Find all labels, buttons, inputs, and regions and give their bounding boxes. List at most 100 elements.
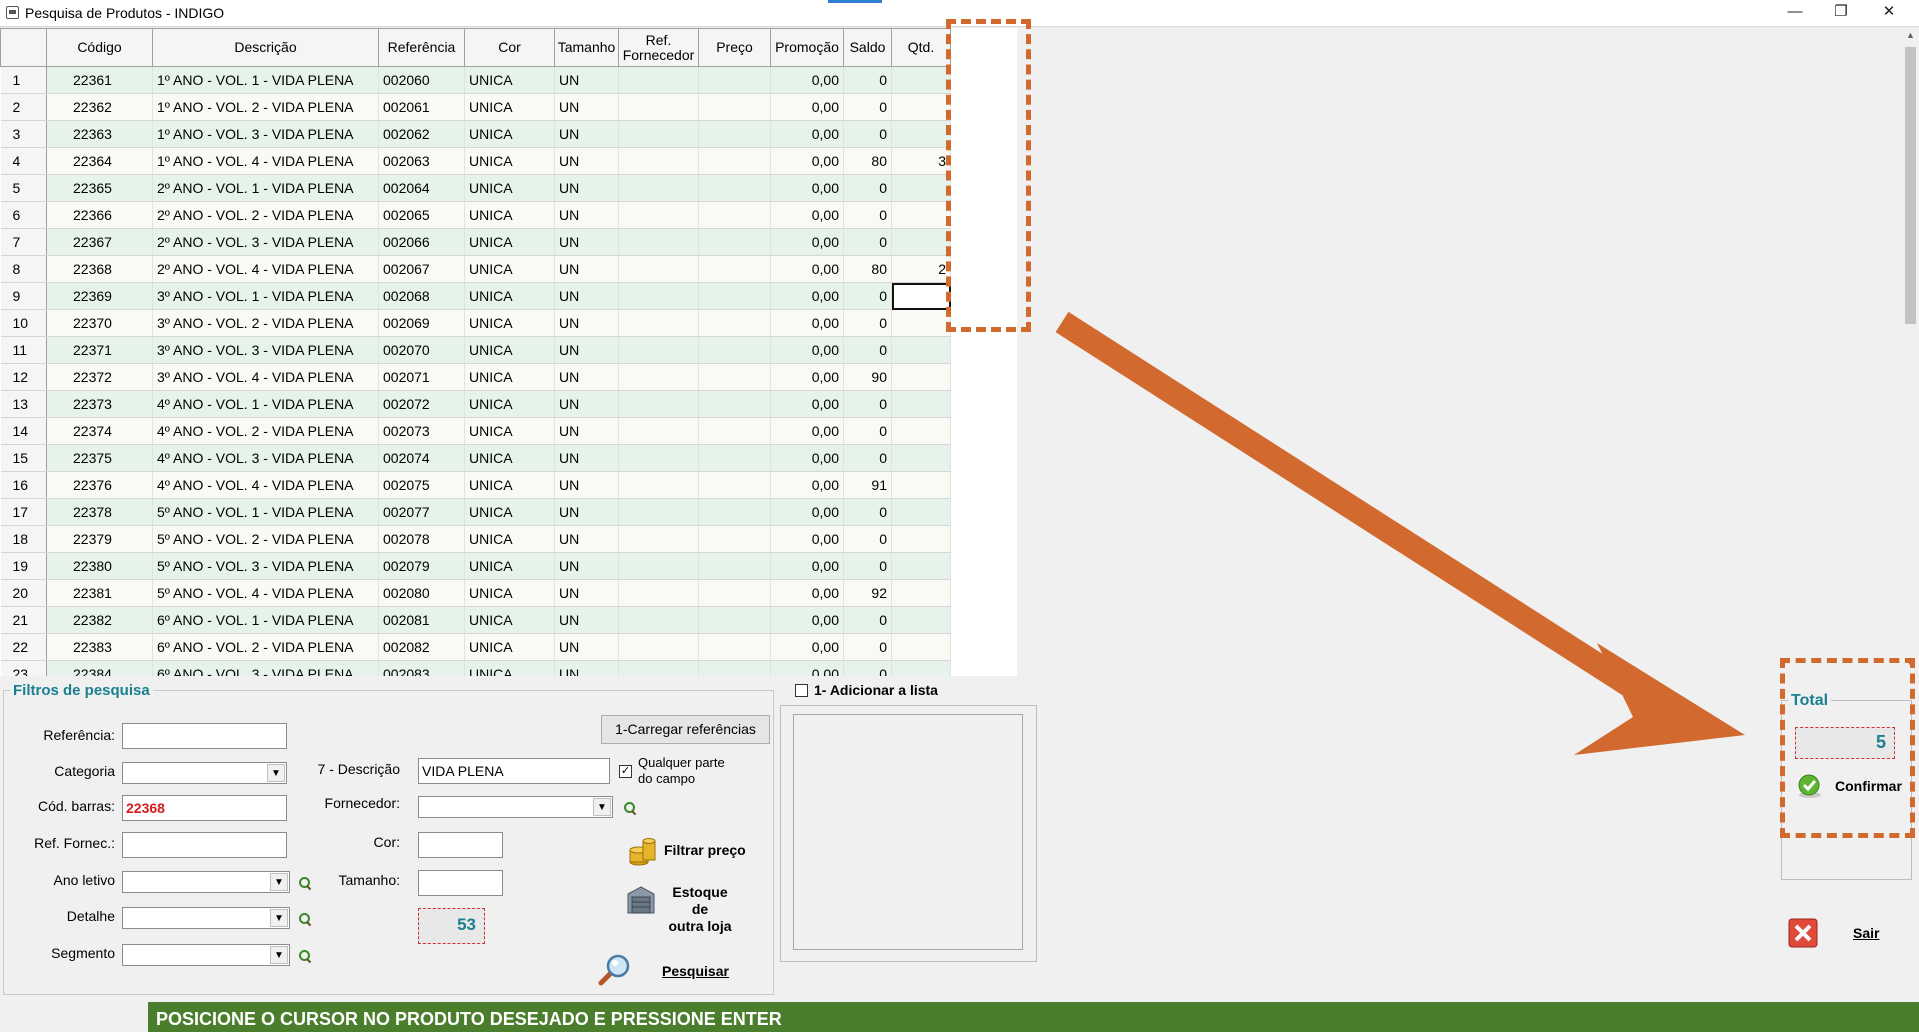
promocao-cell[interactable]: 0,00: [770, 174, 844, 202]
preco-cell[interactable]: [698, 606, 771, 634]
ref-fornecedor-cell[interactable]: [618, 228, 699, 256]
column-header[interactable]: Ref. Fornecedor: [618, 28, 699, 67]
qtd-cell[interactable]: [891, 363, 951, 391]
saldo-cell[interactable]: 91: [843, 471, 892, 499]
sair-button[interactable]: Sair: [1853, 925, 1879, 942]
column-header[interactable]: Referência: [378, 28, 465, 67]
promocao-cell[interactable]: 0,00: [770, 309, 844, 337]
qtd-cell[interactable]: [891, 282, 951, 310]
column-header[interactable]: Código: [46, 28, 153, 67]
referencia-cell[interactable]: 002071: [378, 363, 465, 391]
table-row[interactable]: 18 22379 5º ANO - VOL. 2 - VIDA PLENA 00207…: [0, 525, 951, 553]
qtd-cell[interactable]: [891, 390, 951, 418]
table-row[interactable]: 19 22380 5º ANO - VOL. 3 - VIDA PLENA 00207…: [0, 552, 951, 580]
cor-cell[interactable]: UNICA: [464, 336, 555, 364]
promocao-cell[interactable]: 0,00: [770, 579, 844, 607]
ref-fornecedor-cell[interactable]: [618, 147, 699, 175]
promocao-cell[interactable]: 0,00: [770, 147, 844, 175]
ref-fornec-input[interactable]: [122, 832, 287, 858]
saldo-cell[interactable]: 0: [843, 552, 892, 580]
descricao-cell[interactable]: 4º ANO - VOL. 4 - VIDA PLENA: [152, 471, 379, 499]
qtd-cell[interactable]: 2: [891, 255, 951, 283]
ref-fornecedor-cell[interactable]: [618, 255, 699, 283]
cor-cell[interactable]: UNICA: [464, 93, 555, 121]
descricao-cell[interactable]: 6º ANO - VOL. 2 - VIDA PLENA: [152, 633, 379, 661]
column-header[interactable]: [0, 28, 47, 67]
qtd-cell[interactable]: [891, 120, 951, 148]
qtd-cell[interactable]: [891, 174, 951, 202]
cor-input[interactable]: [418, 832, 503, 858]
cor-cell[interactable]: UNICA: [464, 147, 555, 175]
tamanho-input[interactable]: [418, 870, 503, 896]
referencia-cell[interactable]: 002063: [378, 147, 465, 175]
table-row[interactable]: 12 22372 3º ANO - VOL. 4 - VIDA PLENA 00207…: [0, 363, 951, 391]
ref-fornecedor-cell[interactable]: [618, 498, 699, 526]
adicionar-lista-checkbox[interactable]: [795, 684, 808, 697]
referencia-cell[interactable]: 002067: [378, 255, 465, 283]
referencia-cell[interactable]: 002073: [378, 417, 465, 445]
saldo-cell[interactable]: 0: [843, 525, 892, 553]
scroll-up-arrow-icon[interactable]: ▲: [1902, 30, 1919, 44]
tamanho-cell[interactable]: UN: [554, 282, 619, 310]
qtd-cell[interactable]: [891, 525, 951, 553]
codigo-cell[interactable]: 22361: [46, 66, 153, 94]
promocao-cell[interactable]: 0,00: [770, 66, 844, 94]
cor-cell[interactable]: UNICA: [464, 579, 555, 607]
preco-cell[interactable]: [698, 309, 771, 337]
preco-cell[interactable]: [698, 444, 771, 472]
promocao-cell[interactable]: 0,00: [770, 633, 844, 661]
preco-cell[interactable]: [698, 552, 771, 580]
descricao-cell[interactable]: 5º ANO - VOL. 2 - VIDA PLENA: [152, 525, 379, 553]
table-row[interactable]: 14 22374 4º ANO - VOL. 2 - VIDA PLENA 00207…: [0, 417, 951, 445]
saldo-cell[interactable]: 0: [843, 174, 892, 202]
cor-cell[interactable]: UNICA: [464, 66, 555, 94]
saldo-cell[interactable]: 0: [843, 606, 892, 634]
tamanho-cell[interactable]: UN: [554, 660, 619, 676]
ref-fornecedor-cell[interactable]: [618, 660, 699, 676]
descricao-cell[interactable]: 1º ANO - VOL. 3 - VIDA PLENA: [152, 120, 379, 148]
ano-letivo-select[interactable]: ▼: [122, 871, 290, 893]
saldo-cell[interactable]: 0: [843, 309, 892, 337]
tamanho-cell[interactable]: UN: [554, 444, 619, 472]
cor-cell[interactable]: UNICA: [464, 660, 555, 676]
ref-fornecedor-cell[interactable]: [618, 471, 699, 499]
codigo-cell[interactable]: 22380: [46, 552, 153, 580]
descricao-cell[interactable]: 2º ANO - VOL. 2 - VIDA PLENA: [152, 201, 379, 229]
ref-fornecedor-cell[interactable]: [618, 93, 699, 121]
preco-cell[interactable]: [698, 471, 771, 499]
codigo-cell[interactable]: 22378: [46, 498, 153, 526]
ref-fornecedor-cell[interactable]: [618, 633, 699, 661]
qtd-cell[interactable]: [891, 417, 951, 445]
tamanho-cell[interactable]: UN: [554, 309, 619, 337]
descricao-cell[interactable]: 6º ANO - VOL. 3 - VIDA PLENA: [152, 660, 379, 676]
table-row[interactable]: 1 22361 1º ANO - VOL. 1 - VIDA PLENA 002060…: [0, 66, 951, 94]
descricao-cell[interactable]: 6º ANO - VOL. 1 - VIDA PLENA: [152, 606, 379, 634]
saldo-cell[interactable]: 0: [843, 201, 892, 229]
lista-box[interactable]: [793, 714, 1023, 950]
tamanho-cell[interactable]: UN: [554, 174, 619, 202]
codigo-cell[interactable]: 22368: [46, 255, 153, 283]
codigo-cell[interactable]: 22383: [46, 633, 153, 661]
segmento-search-icon[interactable]: [298, 949, 312, 963]
cor-cell[interactable]: UNICA: [464, 498, 555, 526]
ref-fornecedor-cell[interactable]: [618, 363, 699, 391]
preco-cell[interactable]: [698, 363, 771, 391]
qtd-cell[interactable]: [891, 309, 951, 337]
ref-fornecedor-cell[interactable]: [618, 309, 699, 337]
saldo-cell[interactable]: 0: [843, 120, 892, 148]
cor-cell[interactable]: UNICA: [464, 444, 555, 472]
codigo-cell[interactable]: 22367: [46, 228, 153, 256]
referencia-input[interactable]: [122, 723, 287, 749]
referencia-cell[interactable]: 002079: [378, 552, 465, 580]
preco-cell[interactable]: [698, 633, 771, 661]
promocao-cell[interactable]: 0,00: [770, 498, 844, 526]
ref-fornecedor-cell[interactable]: [618, 174, 699, 202]
table-row[interactable]: 23 22384 6º ANO - VOL. 3 - VIDA PLENA 00208…: [0, 660, 951, 676]
codigo-cell[interactable]: 22365: [46, 174, 153, 202]
referencia-cell[interactable]: 002061: [378, 93, 465, 121]
table-row[interactable]: 5 22365 2º ANO - VOL. 1 - VIDA PLENA 002064…: [0, 174, 951, 202]
referencia-cell[interactable]: 002077: [378, 498, 465, 526]
cod-barras-input[interactable]: 22368: [122, 795, 287, 821]
descricao-cell[interactable]: 3º ANO - VOL. 3 - VIDA PLENA: [152, 336, 379, 364]
cor-cell[interactable]: UNICA: [464, 309, 555, 337]
